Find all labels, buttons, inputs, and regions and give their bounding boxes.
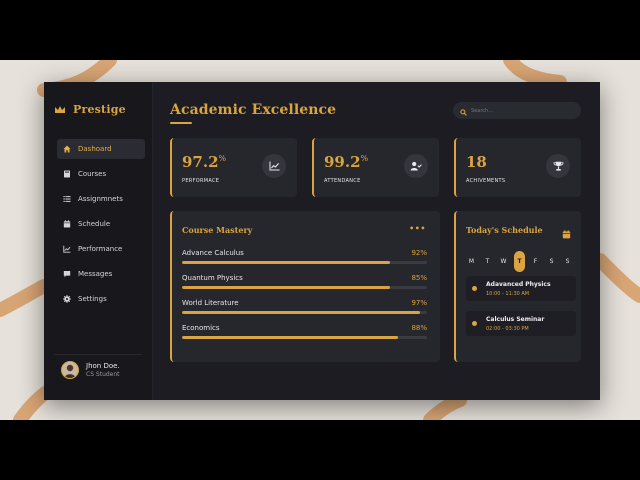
user-check-icon [404,154,428,178]
course-percent: 88% [411,324,427,332]
progress-fill [182,311,420,314]
weekday-sun[interactable]: S [562,251,573,272]
sidebar-item-schedule[interactable]: Schedule [57,214,145,234]
stat-card-attendance[interactable]: 99.2% ATTENDANCE [312,138,439,197]
progress-track [182,286,427,289]
sidebar-item-label: Courses [78,170,107,178]
weekday-tue[interactable]: T [482,251,493,272]
sidebar-item-performance[interactable]: Performance [57,239,145,259]
sidebar-divider [54,354,142,355]
sidebar-item-dashboard[interactable]: Dashoard [57,139,145,159]
course-name: Quantum Physics [182,274,243,282]
sidebar-nav: Dashoard Courses Assignmnets Schedule Pe… [57,139,145,314]
avatar [61,361,79,379]
course-mastery-panel: Course Mastery ••• Advance Calculus 92% … [170,211,440,362]
sidebar-item-label: Settings [78,295,107,303]
brand[interactable]: Prestige [54,100,126,119]
user-role: CS Student [86,371,120,378]
todays-schedule-panel: Today's Schedule M T W T F S S Adavanced… [454,211,581,362]
stat-value: 99.2% [324,153,369,171]
user-name: Jhon Doe. [86,362,120,370]
sidebar-item-messages[interactable]: Messages [57,264,145,284]
search-box[interactable] [453,102,581,119]
video-letterbox-top [0,0,640,60]
brand-name: Prestige [73,103,126,116]
course-name: World Literature [182,299,239,307]
stat-label: ATTENDANCE [324,178,361,184]
search-input[interactable] [471,107,571,114]
sidebar-item-label: Performance [78,245,123,253]
title-underline [170,122,192,124]
sidebar-item-label: Assignmnets [78,195,123,203]
progress-track [182,311,427,314]
calendar-icon[interactable] [562,224,571,243]
stat-card-performance[interactable]: 97.2% PERFORMACE [170,138,297,197]
sidebar-item-label: Schedule [78,220,111,228]
stat-value: 18 [466,153,487,171]
trend-chart-icon [262,154,286,178]
event-time: 10:00 - 11:30 AM [486,291,530,297]
event-time: 02:00 - 03:30 PM [486,326,529,332]
page-title: Academic Excellence [170,102,337,118]
schedule-event[interactable]: Adavanced Physics 10:00 - 11:30 AM [466,276,576,301]
course-percent: 92% [411,249,427,257]
schedule-event[interactable]: Calculus Seminar 02:00 - 03:30 PM [466,311,576,336]
stat-card-achievements[interactable]: 18 ACHIVEMENTS [454,138,581,197]
weekday-sat[interactable]: S [546,251,557,272]
more-options-icon[interactable]: ••• [409,224,426,233]
event-title: Adavanced Physics [486,281,551,288]
sidebar-item-label: Dashoard [78,145,112,153]
sidebar-item-courses[interactable]: Courses [57,164,145,184]
weekday-mon[interactable]: M [466,251,477,272]
course-percent: 97% [411,299,427,307]
event-title: Calculus Seminar [486,316,545,323]
stat-label: ACHIVEMENTS [466,178,506,184]
event-dot [472,286,477,291]
dashboard-window: Prestige Dashoard Courses Assignmnets Sc… [44,82,600,400]
crown-icon [54,100,66,119]
event-dot [472,321,477,326]
sidebar: Prestige Dashoard Courses Assignmnets Sc… [44,82,153,400]
video-letterbox-bottom [0,420,640,480]
weekday-thu[interactable]: T [514,251,525,272]
course-name: Economics [182,324,220,332]
panel-title: Today's Schedule [466,225,543,235]
course-name: Advance Calculus [182,249,244,257]
sidebar-item-label: Messages [78,270,113,278]
sidebar-item-assignments[interactable]: Assignmnets [57,189,145,209]
weekday-fri[interactable]: F [530,251,541,272]
chat-icon [63,270,71,278]
list-icon [63,195,71,203]
progress-fill [182,286,391,289]
calendar-icon [63,220,71,228]
book-icon [63,170,71,178]
weekday-wed[interactable]: W [498,251,509,272]
progress-track [182,261,427,264]
trophy-icon [546,154,570,178]
stat-label: PERFORMACE [182,178,220,184]
progress-track [182,336,427,339]
home-icon [63,145,71,153]
stat-value: 97.2% [182,153,227,171]
progress-fill [182,261,391,264]
sidebar-item-settings[interactable]: Settings [57,289,145,309]
search-icon [460,101,467,120]
main-content: Academic Excellence 97.2% PERFORMACE 99.… [153,82,600,400]
panel-title: Course Mastery [182,225,253,235]
chart-icon [63,245,71,253]
gear-icon [63,295,71,303]
user-profile[interactable]: Jhon Doe. CS Student [61,361,120,379]
course-percent: 85% [411,274,427,282]
weekday-picker: M T W T F S S [466,251,573,272]
progress-fill [182,336,398,339]
